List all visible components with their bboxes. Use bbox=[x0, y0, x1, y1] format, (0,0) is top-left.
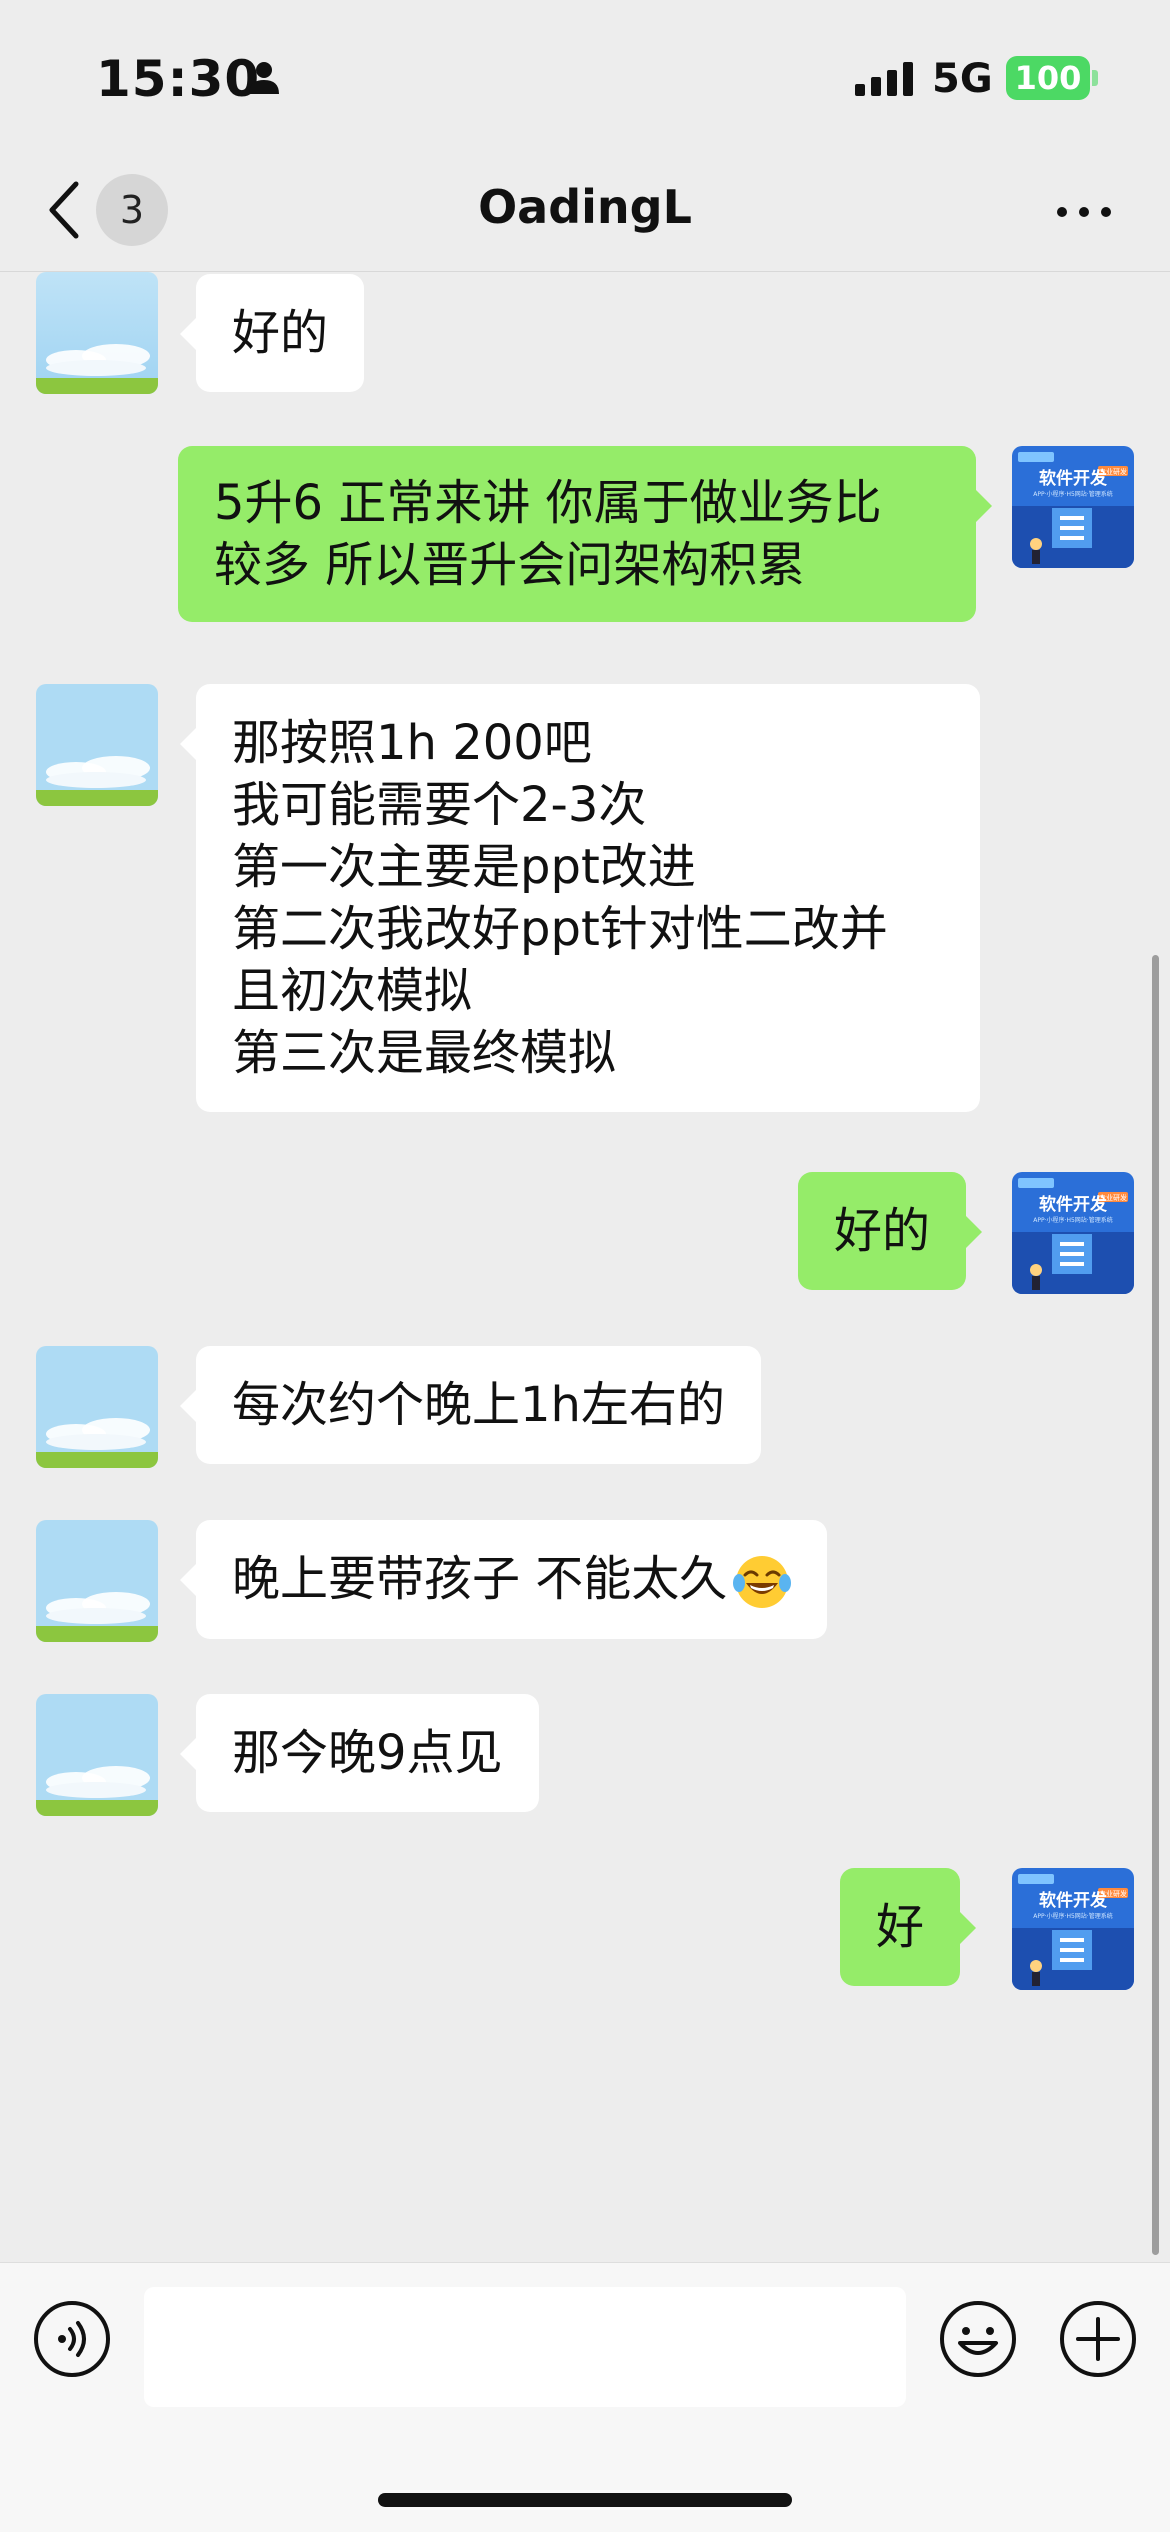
incoming-message[interactable]: 每次约个晚上1h左右的 bbox=[180, 1346, 761, 1464]
battery-icon: 100 bbox=[1006, 56, 1090, 100]
plus-icon[interactable] bbox=[1058, 2299, 1138, 2379]
message-text-row: 晚上要带孩子 不能太久 bbox=[232, 1548, 792, 1611]
outgoing-message[interactable]: 好的 bbox=[798, 1172, 983, 1290]
incoming-message[interactable]: 晚上要带孩子 不能太久 bbox=[179, 1520, 828, 1639]
avatar-title: 软件开发 bbox=[1039, 1890, 1108, 1911]
message-text: 好的 bbox=[834, 1203, 931, 1259]
message-text: 晚上要带孩子 不能太久 bbox=[232, 1551, 728, 1607]
person-icon bbox=[249, 62, 279, 94]
nav-bar: 3 OadingL bbox=[0, 150, 1170, 272]
message-text: 每次约个晚上1h左右的 bbox=[232, 1377, 725, 1433]
avatar-title: 软件开发 bbox=[1039, 468, 1108, 489]
avatar-subtitle: APP·小程序·H5网站·管理系统 bbox=[1033, 1216, 1112, 1224]
network-label: 5G bbox=[932, 56, 993, 102]
chat-title: OadingL bbox=[478, 180, 692, 234]
message-text: 第一次主要是ppt改进 bbox=[232, 839, 696, 895]
chat-screen: 15:30 5G 100 3 OadingL 好的 5升6 正常来讲 你属于做业… bbox=[0, 0, 1170, 2532]
my-avatar[interactable]: 专业研发 软件开发 APP·小程序·H5网站·管理系统 bbox=[1012, 1868, 1134, 1990]
incoming-message[interactable]: 那按照1h 200吧 我可能需要个2-3次 第一次主要是ppt改进 第二次我改好… bbox=[180, 684, 980, 1112]
emoji-icon[interactable] bbox=[938, 2299, 1018, 2379]
avatar-title: 软件开发 bbox=[1039, 1194, 1108, 1215]
scrollbar[interactable] bbox=[1152, 955, 1159, 2255]
status-bar: 15:30 5G 100 bbox=[0, 0, 1170, 150]
message-text: 较多 所以晋升会问架构积累 bbox=[214, 537, 806, 593]
message-input[interactable] bbox=[144, 2287, 906, 2407]
incoming-message[interactable]: 好的 bbox=[179, 274, 365, 392]
status-time: 15:30 bbox=[96, 50, 261, 108]
voice-icon[interactable] bbox=[32, 2299, 112, 2379]
message-text: 第二次我改好ppt针对性二改并 bbox=[232, 901, 888, 957]
message-text: 且初次模拟 bbox=[232, 963, 473, 1019]
contact-avatar[interactable] bbox=[36, 272, 158, 394]
contact-avatar[interactable] bbox=[36, 684, 158, 806]
avatar-subtitle: APP·小程序·H5网站·管理系统 bbox=[1033, 1912, 1112, 1920]
unread-count-badge[interactable]: 3 bbox=[96, 174, 168, 246]
message-text: 我可能需要个2-3次 bbox=[232, 777, 647, 833]
contact-avatar[interactable] bbox=[36, 1694, 158, 1816]
battery-cap bbox=[1092, 70, 1098, 86]
outgoing-message[interactable]: 好 bbox=[840, 1868, 977, 1986]
my-avatar[interactable]: 专业研发 软件开发 APP·小程序·H5网站·管理系统 bbox=[1012, 1172, 1134, 1294]
input-bar bbox=[0, 2262, 1170, 2532]
message-text: 那今晚9点见 bbox=[232, 1725, 503, 1781]
message-text: 那按照1h 200吧 bbox=[232, 715, 592, 771]
home-indicator bbox=[378, 2493, 792, 2507]
back-chevron-icon[interactable] bbox=[44, 178, 84, 242]
signal-icon bbox=[855, 62, 913, 96]
laughing-tears-emoji-icon bbox=[733, 1556, 792, 1608]
battery-level: 100 bbox=[1014, 59, 1082, 97]
more-options-icon[interactable] bbox=[1054, 202, 1114, 222]
message-text: 5升6 正常来讲 你属于做业务比 bbox=[214, 475, 882, 531]
contact-avatar[interactable] bbox=[36, 1520, 158, 1642]
avatar-subtitle: APP·小程序·H5网站·管理系统 bbox=[1033, 490, 1112, 498]
message-text: 第三次是最终模拟 bbox=[232, 1025, 617, 1081]
contact-avatar[interactable] bbox=[36, 1346, 158, 1468]
incoming-message[interactable]: 那今晚9点见 bbox=[180, 1694, 539, 1812]
outgoing-message[interactable]: 5升6 正常来讲 你属于做业务比 较多 所以晋升会问架构积累 bbox=[178, 446, 992, 622]
message-text: 好的 bbox=[232, 305, 329, 361]
message-text: 好 bbox=[876, 1899, 925, 1955]
my-avatar[interactable]: 专业研发 软件开发 APP·小程序·H5网站·管理系统 bbox=[1012, 446, 1134, 568]
